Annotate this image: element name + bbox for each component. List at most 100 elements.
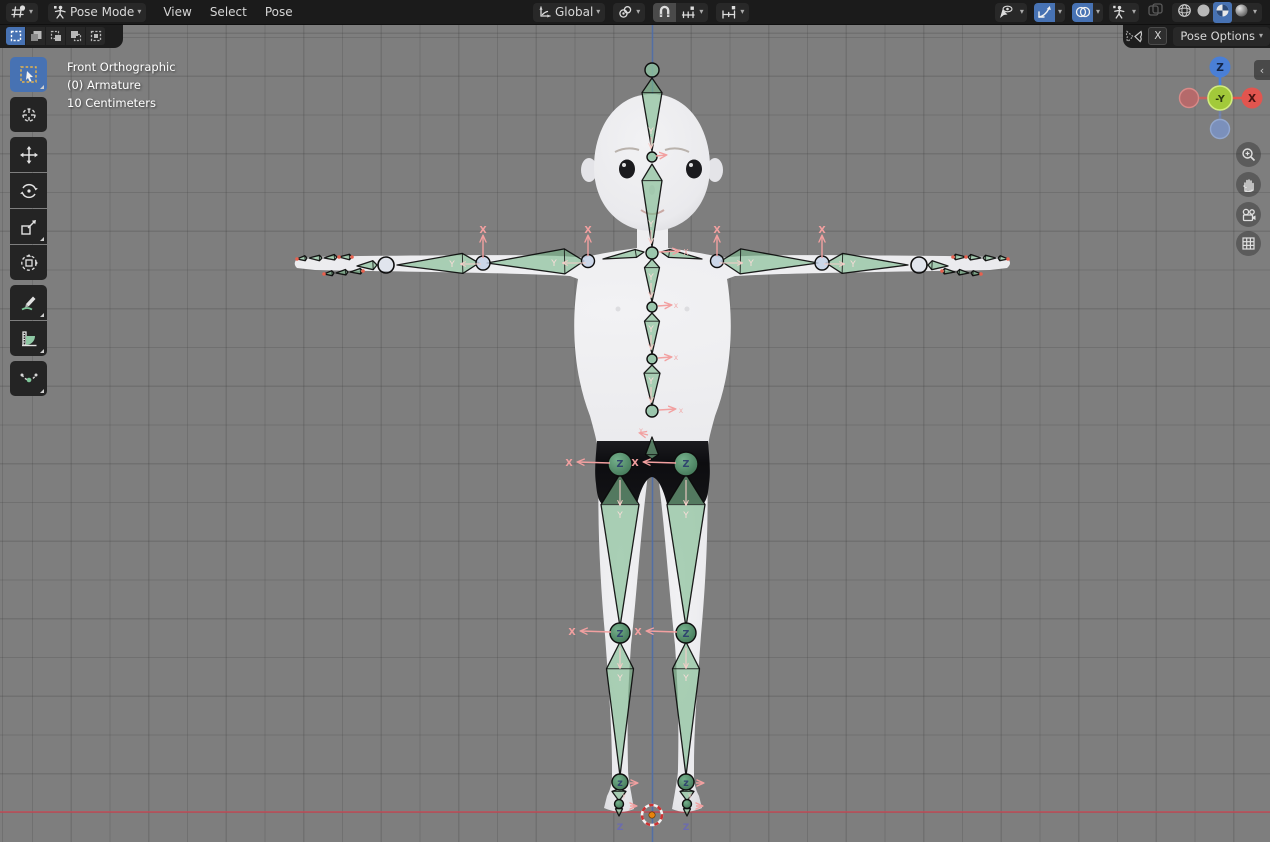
- select-mode-subtract[interactable]: [46, 27, 65, 45]
- pose-options-dropdown[interactable]: Pose Options ▾: [1173, 27, 1270, 46]
- svg-text:X: X: [568, 627, 576, 638]
- editor-type-button[interactable]: ▾: [6, 3, 38, 22]
- svg-text:Y: Y: [448, 260, 455, 270]
- svg-text:X: X: [584, 225, 592, 236]
- chevron-down-icon: ▾: [1096, 8, 1100, 16]
- chevron-down-icon: ▾: [740, 8, 744, 16]
- svg-text:Y: Y: [616, 674, 623, 684]
- select-mode-invert[interactable]: [66, 27, 85, 45]
- mirror-butterfly-icon[interactable]: [1125, 29, 1143, 44]
- ortho-grid-button[interactable]: [1236, 231, 1261, 256]
- pose-mode-icon: [53, 5, 67, 19]
- svg-text:Y: Y: [682, 511, 689, 521]
- object-visibility-button[interactable]: [995, 3, 1017, 22]
- tool-pose-breakdowner[interactable]: [10, 361, 47, 396]
- grid-scale-label: 10 Centimeters: [67, 94, 176, 112]
- svg-text:y: y: [688, 791, 692, 799]
- svg-text:Y: Y: [647, 220, 654, 230]
- material-preview-sphere-icon: [1215, 3, 1230, 18]
- pivot-point-dropdown[interactable]: ▾: [613, 3, 645, 22]
- tool-annotate[interactable]: [10, 285, 47, 320]
- shading-dropdown[interactable]: ▾: [1251, 8, 1259, 16]
- viewport-info-text: Front Orthographic (0) Armature 10 Centi…: [67, 58, 176, 112]
- sidebar-toggle[interactable]: ‹: [1254, 60, 1270, 80]
- proportional-editing-dropdown[interactable]: ▾: [716, 3, 749, 22]
- mode-dropdown[interactable]: Pose Mode ▾: [48, 3, 146, 22]
- tool-measure[interactable]: [10, 321, 47, 356]
- tool-rotate[interactable]: [10, 173, 47, 208]
- shading-solid-button[interactable]: [1194, 2, 1213, 23]
- chevron-down-icon: ▾: [699, 8, 703, 16]
- xray-toggle-disabled: [1147, 2, 1164, 22]
- svg-text:X: X: [818, 225, 826, 236]
- gizmo-neg-x-axis[interactable]: [1180, 89, 1199, 108]
- view-name-label: Front Orthographic: [67, 58, 176, 76]
- visibility-dropdown[interactable]: ▾: [1017, 3, 1027, 22]
- pivot-point-icon: [618, 5, 633, 19]
- pan-hand-button[interactable]: [1236, 172, 1261, 197]
- show-gizmo-toggle[interactable]: [1034, 3, 1055, 22]
- overlays-dropdown[interactable]: ▾: [1093, 3, 1103, 22]
- chevron-down-icon: ▾: [636, 8, 640, 16]
- mirror-x-button[interactable]: X: [1148, 27, 1167, 45]
- svg-text:x: x: [674, 353, 679, 362]
- gizmo-neg-z-axis[interactable]: [1211, 120, 1230, 139]
- viewport-canvas[interactable]: XXXXXxxxXXXXxYYYYYYYYYYYYYyyZZZZzzZZ: [0, 0, 1270, 842]
- menu-pose[interactable]: Pose: [256, 0, 302, 24]
- transform-orientation-dropdown[interactable]: Global ▾: [533, 3, 605, 22]
- gizmo-z-label: Z: [1216, 62, 1224, 74]
- viewport-header: ▾ Pose Mode ▾ View Select Pose Global ▾: [0, 0, 1270, 25]
- wireframe-sphere-icon: [1177, 3, 1192, 18]
- armature-display-button[interactable]: [1109, 3, 1129, 22]
- orientation-label: Global: [555, 5, 593, 19]
- svg-text:x: x: [674, 301, 679, 310]
- proportional-edit-icon: [721, 5, 737, 19]
- sidebar-toggle-arrow: ‹: [1260, 64, 1264, 77]
- snap-target-dropdown[interactable]: ▾: [676, 3, 708, 22]
- show-overlays-toggle[interactable]: [1072, 3, 1093, 22]
- chevron-down-icon: ▾: [596, 8, 600, 16]
- gizmo-x-label: X: [1248, 93, 1256, 105]
- svg-text:Z: Z: [683, 629, 690, 640]
- svg-text:X: X: [631, 458, 639, 469]
- mode-label: Pose Mode: [70, 5, 134, 19]
- shading-material-button[interactable]: [1213, 2, 1232, 23]
- chevron-down-icon: ▾: [1058, 8, 1062, 16]
- visibility-pointer-eye-icon: [998, 5, 1014, 19]
- select-mode-intersect[interactable]: [86, 27, 105, 45]
- svg-text:x: x: [679, 406, 684, 415]
- tool-cursor[interactable]: [10, 97, 47, 132]
- camera-view-button[interactable]: [1236, 202, 1261, 227]
- toolbar: [10, 57, 47, 397]
- tool-transform[interactable]: [10, 245, 47, 280]
- snap-increment-icon: [681, 5, 696, 19]
- magnet-icon: [658, 5, 671, 19]
- tool-select-box[interactable]: [10, 57, 47, 92]
- menu-select[interactable]: Select: [201, 0, 256, 24]
- chevron-down-icon: ▾: [1132, 8, 1136, 16]
- xray-icon: [1147, 2, 1164, 18]
- snap-toggle-button[interactable]: [653, 3, 676, 22]
- select-mode-extend[interactable]: [26, 27, 45, 45]
- svg-text:Y: Y: [550, 259, 557, 269]
- shading-wireframe-button[interactable]: [1175, 2, 1194, 23]
- gizmo-dropdown[interactable]: ▾: [1055, 3, 1065, 22]
- tool-settings-left: [0, 24, 123, 48]
- tool-scale[interactable]: [10, 209, 47, 244]
- armature-display-dropdown[interactable]: ▾: [1129, 3, 1139, 22]
- gizmo-icon: [1037, 5, 1052, 19]
- svg-text:Z: Z: [683, 823, 690, 833]
- shading-rendered-button[interactable]: [1232, 2, 1251, 23]
- tool-settings-right: X Pose Options ▾: [1123, 24, 1270, 48]
- svg-text:Y: Y: [747, 259, 754, 269]
- svg-text:Y: Y: [849, 260, 856, 270]
- chevron-down-icon: ▾: [137, 8, 141, 16]
- svg-text:z: z: [617, 778, 623, 789]
- tool-move[interactable]: [10, 137, 47, 172]
- zoom-button[interactable]: [1236, 142, 1261, 167]
- chevron-down-icon: ▾: [1259, 32, 1263, 40]
- orientation-global-icon: [538, 5, 552, 19]
- chevron-down-icon: ▾: [29, 8, 33, 16]
- select-mode-set[interactable]: [6, 27, 25, 45]
- menu-view[interactable]: View: [154, 0, 200, 24]
